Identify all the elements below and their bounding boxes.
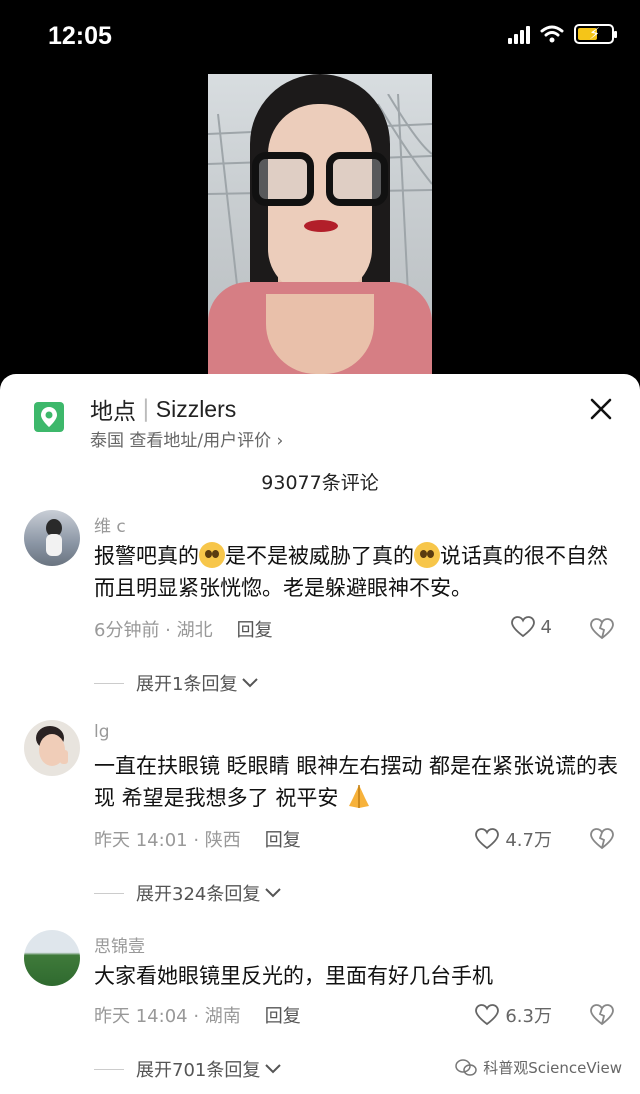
- location-name: Sizzlers: [155, 395, 237, 422]
- heart-icon: [475, 828, 500, 850]
- heart-icon: [475, 1004, 500, 1026]
- close-icon[interactable]: [586, 394, 616, 424]
- like-button[interactable]: 6.3万: [475, 1002, 552, 1028]
- comment-time-location: 昨天 14:04 · 湖南: [94, 1006, 241, 1027]
- location-separator: |: [142, 396, 150, 422]
- chevron-down-icon: [265, 888, 282, 898]
- comment-sheet: 地点 | Sizzlers 泰国 查看地址/用户评价 › 93077条评论 维 …: [0, 374, 640, 1094]
- broken-heart-icon[interactable]: [590, 618, 614, 640]
- comment-username[interactable]: 维 c: [94, 512, 126, 537]
- glasses-image: [252, 152, 388, 206]
- like-button[interactable]: 4.7万: [475, 826, 552, 852]
- location-pin-icon[interactable]: [34, 402, 64, 432]
- folded-hands-emoji-icon: [349, 785, 370, 808]
- chevron-down-icon: [265, 1064, 282, 1074]
- video-player[interactable]: [208, 74, 432, 374]
- avatar[interactable]: [24, 930, 80, 986]
- expand-replies-label: 展开701条回复: [136, 1060, 261, 1081]
- like-count: 4: [540, 616, 552, 638]
- expand-replies-button[interactable]: 展开1条回复: [94, 670, 259, 696]
- expand-replies-button[interactable]: 展开701条回复: [94, 1056, 282, 1082]
- avatar[interactable]: [24, 720, 80, 776]
- comment-count: 93077条评论: [261, 472, 379, 494]
- comment-meta: 昨天 14:01 · 陕西 回复: [94, 826, 301, 852]
- comment-meta: 昨天 14:04 · 湖南 回复: [94, 1002, 301, 1028]
- status-bar: 12:05 ⚡: [0, 0, 640, 70]
- reply-button[interactable]: 回复: [237, 616, 273, 642]
- like-count: 4.7万: [505, 830, 552, 851]
- status-icons: ⚡: [508, 24, 617, 44]
- reply-button[interactable]: 回复: [265, 1002, 301, 1028]
- comment-time-location: 6分钟前 · 湖北: [94, 620, 213, 641]
- comment-time-location: 昨天 14:01 · 陕西: [94, 830, 241, 851]
- comment-text: 一直在扶眼镜 眨眼睛 眼神左右摆动 都是在紧张说谎的表现 希望是我想多了 祝平安: [94, 750, 620, 814]
- battery-icon: ⚡: [574, 24, 617, 44]
- status-time: 12:05: [48, 22, 112, 50]
- expand-replies-label: 展开1条回复: [136, 674, 238, 695]
- like-button[interactable]: 4: [510, 616, 552, 638]
- like-count: 6.3万: [505, 1006, 552, 1027]
- signal-icon: [508, 24, 530, 44]
- comment-username[interactable]: 思锦壹: [94, 932, 145, 957]
- comment-text-part: 是不是被威胁了真的: [225, 544, 414, 568]
- location-subtitle-link[interactable]: 泰国 查看地址/用户评价 ›: [90, 426, 283, 451]
- comment-text-part: 报警吧真的: [94, 544, 199, 568]
- comment-meta: 6分钟前 · 湖北 回复: [94, 616, 273, 642]
- comment-username[interactable]: lg: [94, 722, 110, 742]
- reply-button[interactable]: 回复: [265, 826, 301, 852]
- comment-text: 大家看她眼镜里反光的，里面有好几台手机: [94, 964, 493, 988]
- heart-icon: [510, 616, 535, 638]
- expand-replies-button[interactable]: 展开324条回复: [94, 880, 282, 906]
- wifi-icon: [540, 25, 564, 43]
- broken-heart-icon[interactable]: [590, 1004, 614, 1026]
- broken-heart-icon[interactable]: [590, 828, 614, 850]
- comment-text: 报警吧真的 是不是被威胁了真的 说话真的很不自然而且明显紧张恍惚。老是躲避眼神不安。: [94, 540, 620, 604]
- location-label: 地点: [90, 399, 136, 425]
- pleading-face-emoji-icon: [199, 542, 225, 568]
- pleading-face-emoji-icon: [414, 542, 440, 568]
- expand-replies-label: 展开324条回复: [136, 884, 261, 905]
- location-title[interactable]: 地点 | Sizzlers: [90, 392, 236, 426]
- wechat-icon: [455, 1058, 477, 1076]
- chevron-down-icon: [242, 678, 259, 688]
- watermark-text: 科普观ScienceView: [483, 1059, 622, 1077]
- person-lips: [304, 220, 338, 232]
- avatar[interactable]: [24, 510, 80, 566]
- watermark: 科普观ScienceView: [455, 1057, 622, 1078]
